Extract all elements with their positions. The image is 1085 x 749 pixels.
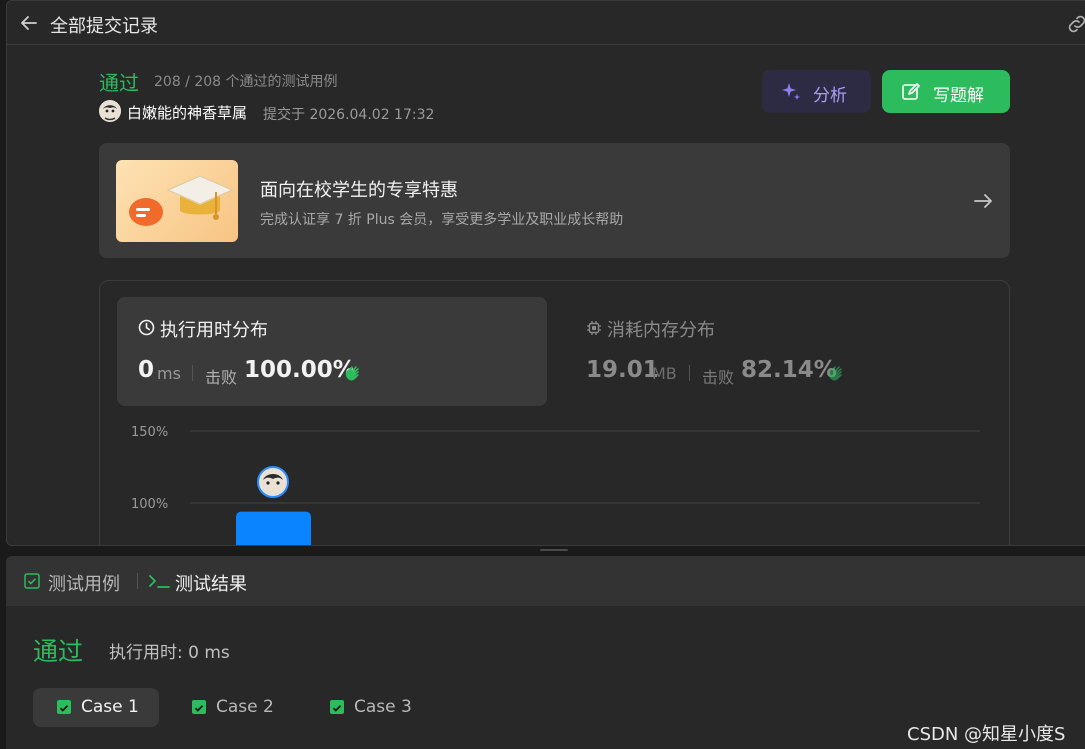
sparkle-icon: [782, 83, 800, 100]
memory-beat-value: 82.14%: [741, 357, 837, 383]
memory-title: 消耗内存分布: [607, 320, 715, 341]
case-2-tab[interactable]: Case 2: [168, 688, 294, 727]
tab-test-result[interactable]: 测试结果: [148, 569, 258, 595]
arrow-left-icon[interactable]: [19, 13, 39, 33]
submission-status: 通过: [99, 71, 139, 95]
watermark: CSDN @知星小度S: [907, 724, 1066, 745]
runtime-value: 0: [138, 357, 155, 383]
runtime-unit: ms: [157, 364, 181, 383]
terminal-icon: [149, 575, 170, 588]
analyze-label: 分析: [813, 86, 847, 105]
avatar[interactable]: [99, 100, 121, 122]
analyze-button[interactable]: 分析: [762, 70, 871, 113]
y-tick-label: 150%: [131, 425, 168, 440]
runtime-distribution-tab[interactable]: 执行用时分布 0 ms 击败 100.00%: [117, 297, 547, 406]
runtime-distribution-chart: 150% 100%: [131, 425, 980, 546]
testcase-count: 208 / 208 个通过的测试用例: [154, 74, 338, 90]
clock-icon: [138, 319, 155, 336]
runtime-title: 执行用时分布: [160, 320, 268, 341]
case-label: Case 1: [81, 697, 139, 717]
user-position-marker: [257, 466, 289, 498]
panel-resize-handle[interactable]: [540, 549, 568, 551]
result-status: 通过: [33, 637, 84, 666]
check-icon: [330, 700, 344, 714]
memory-value: 19.01: [586, 357, 659, 383]
write-solution-label: 写题解: [933, 86, 984, 105]
arrow-right-icon: [974, 194, 992, 208]
promo-title: 面向在校学生的专享特惠: [260, 180, 458, 201]
tab-divider: [137, 573, 138, 589]
case-label: Case 2: [216, 697, 274, 717]
submission-detail-panel: 全部提交记录 通过 208 / 208 个通过的测试用例 白嫩能的神香草属 提交…: [6, 0, 1085, 546]
result-runtime: 执行用时: 0 ms: [109, 643, 230, 663]
submit-time: 提交于 2026.04.02 17:32: [263, 107, 435, 123]
memory-unit: MB: [652, 364, 677, 383]
memory-beat-label: 击败: [702, 368, 735, 387]
write-solution-button[interactable]: 写题解: [882, 70, 1010, 113]
link-icon[interactable]: [1066, 13, 1085, 35]
checkbox-icon: [24, 573, 40, 589]
edit-icon: [902, 83, 920, 100]
check-icon: [192, 700, 206, 714]
graduation-cap-image: [116, 160, 238, 242]
console-tab-bar: 测试用例 测试结果: [6, 556, 1085, 606]
chip-icon: [587, 321, 601, 335]
clap-icon: [828, 366, 842, 381]
check-icon: [57, 700, 71, 714]
header-bar: 全部提交记录: [7, 1, 1085, 45]
student-promo-banner[interactable]: 面向在校学生的专享特惠 完成认证享 7 折 Plus 会员，享受更多学业及职业成…: [99, 143, 1010, 258]
page-title: 全部提交记录: [50, 16, 158, 37]
case-1-tab[interactable]: Case 1: [33, 688, 159, 727]
y-tick-label: 100%: [131, 497, 168, 512]
divider: [192, 365, 193, 381]
case-3-tab[interactable]: Case 3: [306, 688, 432, 727]
tab-testcase[interactable]: 测试用例: [24, 569, 134, 595]
chart-bar[interactable]: [236, 511, 311, 546]
tab-testcase-label: 测试用例: [48, 574, 120, 595]
case-label: Case 3: [354, 697, 412, 717]
runtime-beat-value: 100.00%: [244, 357, 356, 383]
runtime-beat-label: 击败: [205, 368, 238, 387]
performance-stats-card: 执行用时分布 0 ms 击败 100.00% 消耗内存分布 19.01 MB 击…: [99, 280, 1010, 546]
user-name[interactable]: 白嫩能的神香草属: [127, 102, 247, 123]
promo-subtitle: 完成认证享 7 折 Plus 会员，享受更多学业及职业成长帮助: [260, 212, 624, 228]
divider: [689, 365, 690, 381]
memory-distribution-tab[interactable]: 消耗内存分布 19.01 MB 击败 82.14%: [565, 297, 995, 406]
clap-icon: [345, 366, 359, 381]
tab-test-result-label: 测试结果: [175, 574, 247, 595]
